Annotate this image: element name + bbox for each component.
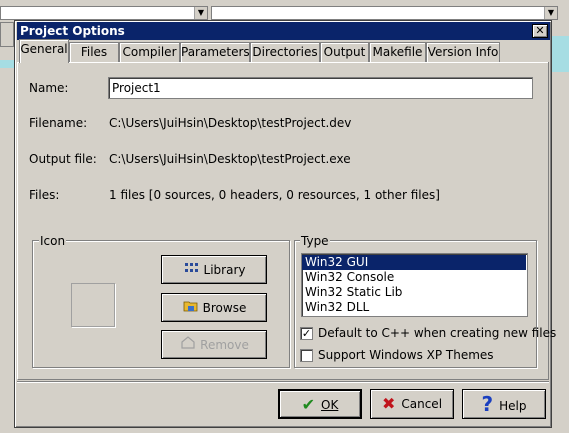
tab-general[interactable]: General xyxy=(19,39,69,63)
list-item[interactable]: Win32 Console xyxy=(302,270,526,285)
files-value: 1 files [0 sources, 0 headers, 0 resourc… xyxy=(109,188,440,202)
tab-parameters[interactable]: Parameters xyxy=(180,42,250,62)
help-button-label: Help xyxy=(499,399,527,413)
tab-files[interactable]: Files xyxy=(69,42,119,62)
filename-value: C:\Users\JuiHsin\Desktop\testProject.dev xyxy=(109,116,352,130)
files-label: Files: xyxy=(29,188,60,202)
chevron-down-icon[interactable]: ▼ xyxy=(544,7,557,19)
library-button-label: Library xyxy=(203,263,246,277)
filename-label: Filename: xyxy=(29,116,88,130)
xp-themes-label[interactable]: Support Windows XP Themes xyxy=(318,348,494,362)
library-icon xyxy=(183,256,201,284)
default-cpp-label[interactable]: Default to C++ when creating new files xyxy=(318,326,556,340)
help-question-icon: ? xyxy=(481,392,494,416)
help-button[interactable]: ? Help xyxy=(462,389,546,419)
remove-button[interactable]: Remove xyxy=(161,330,267,359)
folder-icon xyxy=(182,294,200,322)
browse-button[interactable]: Browse xyxy=(161,293,267,322)
remove-button-label: Remove xyxy=(200,338,249,352)
cancel-button[interactable]: ✖ Cancel xyxy=(370,389,454,419)
house-icon xyxy=(179,331,197,359)
background-editor-strip xyxy=(552,36,569,72)
tab-directories[interactable]: Directories xyxy=(250,42,320,62)
background-panel-left xyxy=(0,22,14,47)
list-item[interactable]: Win32 GUI xyxy=(302,255,526,270)
icon-preview xyxy=(71,283,115,327)
chevron-down-icon[interactable]: ▼ xyxy=(194,7,207,19)
close-icon: ✕ xyxy=(535,24,545,37)
output-file-label: Output file: xyxy=(29,152,97,166)
tab-makefile[interactable]: Makefile xyxy=(369,42,426,62)
cancel-button-label: Cancel xyxy=(401,397,443,411)
list-item[interactable]: Win32 DLL xyxy=(302,300,526,315)
tab-output[interactable]: Output xyxy=(320,42,369,62)
output-file-value: C:\Users\JuiHsin\Desktop\testProject.exe xyxy=(109,152,351,166)
background-combobox-left[interactable] xyxy=(0,6,208,20)
list-item[interactable]: Win32 Static Lib xyxy=(302,285,526,300)
close-button[interactable]: ✕ xyxy=(532,24,548,38)
cancel-x-icon: ✖ xyxy=(381,394,396,413)
library-button[interactable]: Library xyxy=(161,255,267,284)
checkmark-icon: ✔ xyxy=(301,395,316,414)
ok-button-label: OK xyxy=(321,398,339,412)
xp-themes-checkbox[interactable] xyxy=(300,349,313,362)
name-field[interactable]: Project1 xyxy=(108,77,533,99)
bottom-separator xyxy=(17,381,549,383)
background-combobox-right[interactable] xyxy=(211,6,558,20)
tab-compiler[interactable]: Compiler xyxy=(119,42,180,62)
ok-button[interactable]: ✔ OK xyxy=(278,389,362,419)
default-cpp-checkbox[interactable]: ✓ xyxy=(300,327,313,340)
background-editor-strip-left xyxy=(0,60,14,68)
tab-version-info[interactable]: Version Info xyxy=(426,42,500,62)
icon-group-title: Icon xyxy=(39,234,67,248)
type-group-title: Type xyxy=(300,234,330,248)
browse-button-label: Browse xyxy=(202,301,247,315)
name-label: Name: xyxy=(29,81,69,95)
dialog-title: Project Options xyxy=(20,24,125,38)
